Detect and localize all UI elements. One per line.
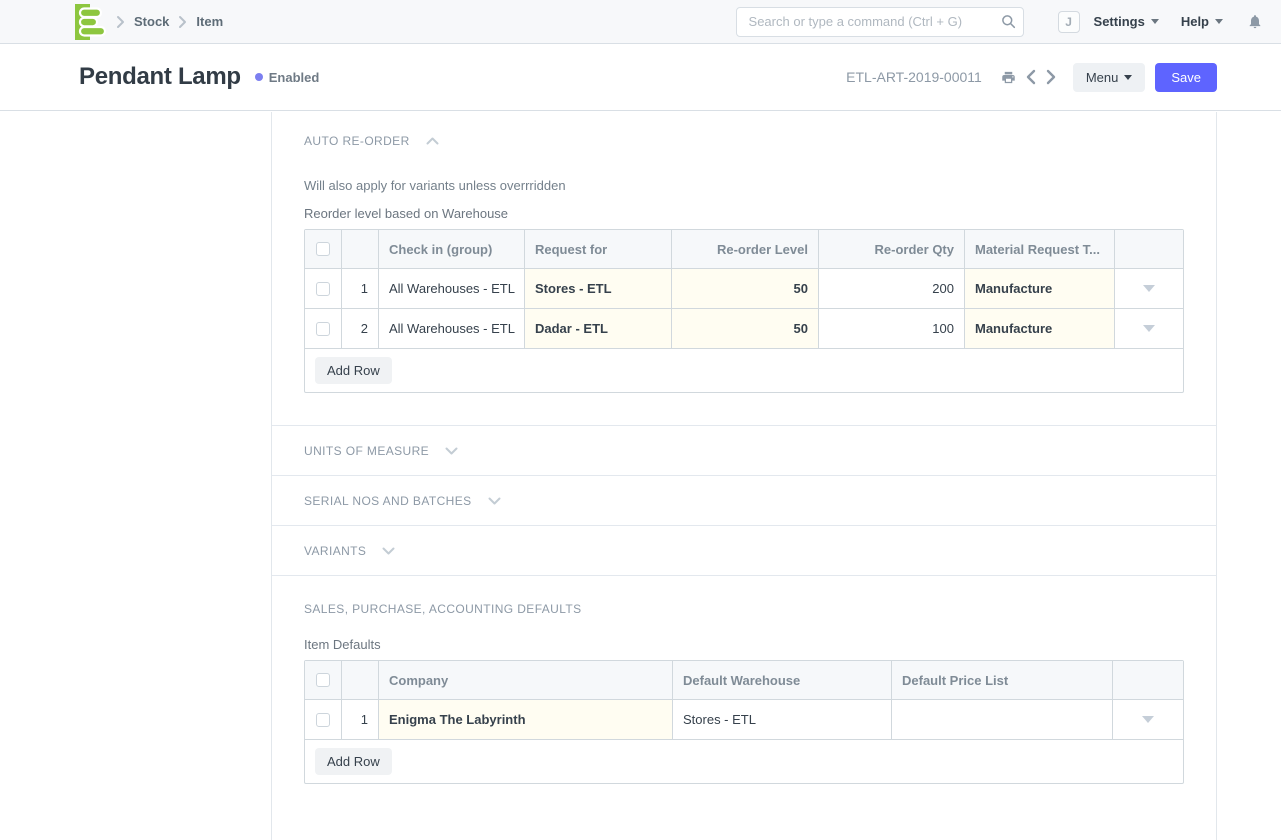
cell-request-for[interactable]: Stores - ETL	[525, 269, 672, 308]
settings-menu[interactable]: Settings	[1094, 14, 1159, 29]
row-index: 2	[342, 309, 379, 348]
row-checkbox[interactable]	[316, 282, 330, 296]
chevron-right-icon	[116, 15, 125, 29]
col-company: Company	[379, 661, 673, 699]
caret-down-icon	[1143, 285, 1155, 292]
search-icon[interactable]	[1001, 14, 1016, 32]
section-sales-defaults-header[interactable]: SALES, PURCHASE, ACCOUNTING DEFAULTS	[304, 602, 1184, 616]
next-doc-chevron-right-icon[interactable]	[1046, 69, 1056, 85]
section-auto-re-order: AUTO RE-ORDER Will also apply for varian…	[272, 112, 1216, 426]
chevron-up-icon	[426, 137, 439, 145]
select-all-checkbox[interactable]	[316, 673, 330, 687]
menu-button[interactable]: Menu	[1073, 63, 1146, 92]
save-button[interactable]: Save	[1155, 63, 1217, 92]
help-menu[interactable]: Help	[1181, 14, 1223, 29]
add-row-button[interactable]: Add Row	[315, 748, 392, 775]
cell-company[interactable]: Enigma The Labyrinth	[379, 700, 673, 739]
item-defaults-table: Company Default Warehouse Default Price …	[304, 660, 1184, 784]
col-actions	[1113, 661, 1183, 699]
cell-reorder-level[interactable]: 50	[672, 269, 819, 308]
app-logo-icon[interactable]	[75, 4, 107, 40]
chevron-right-icon	[178, 15, 187, 29]
page-header: Pendant Lamp Enabled ETL-ART-2019-00011 …	[0, 44, 1281, 111]
navbar: Stock Item J Settings Help	[0, 0, 1281, 44]
chevron-down-icon	[382, 547, 395, 555]
global-search	[736, 7, 1024, 37]
section-description: Will also apply for variants unless over…	[304, 178, 1184, 193]
row-index: 1	[342, 700, 379, 739]
cell-request-for[interactable]: Dadar - ETL	[525, 309, 672, 348]
cell-material-request-type[interactable]: Manufacture	[965, 269, 1115, 308]
prev-doc-chevron-left-icon[interactable]	[1026, 69, 1036, 85]
reorder-table-label: Reorder level based on Warehouse	[304, 206, 1184, 221]
section-title: AUTO RE-ORDER	[304, 134, 410, 148]
printer-icon[interactable]	[1001, 70, 1016, 85]
cell-default-warehouse[interactable]: Stores - ETL	[673, 700, 892, 739]
section-serial-nos-and-batches[interactable]: SERIAL NOS AND BATCHES	[272, 476, 1216, 526]
chevron-down-icon	[1151, 19, 1159, 24]
page-title: Pendant Lamp	[79, 63, 241, 91]
col-actions	[1115, 230, 1183, 268]
item-defaults-header-row: Company Default Warehouse Default Price …	[305, 661, 1183, 700]
cell-check-in-group[interactable]: All Warehouses - ETL	[379, 269, 525, 308]
col-reorder-qty: Re-order Qty	[819, 230, 965, 268]
cell-reorder-qty[interactable]: 100	[819, 309, 965, 348]
col-check-in-group: Check in (group)	[379, 230, 525, 268]
bell-icon[interactable]	[1247, 13, 1263, 30]
avatar[interactable]: J	[1058, 11, 1080, 33]
col-material-request-type: Material Request T...	[965, 230, 1115, 268]
section-auto-re-order-header[interactable]: AUTO RE-ORDER	[304, 134, 1184, 148]
table-row: 1 All Warehouses - ETL Stores - ETL 50 2…	[305, 269, 1183, 309]
add-row-button[interactable]: Add Row	[315, 357, 392, 384]
row-index-header	[342, 661, 379, 699]
chevron-down-icon	[1124, 75, 1132, 80]
row-checkbox[interactable]	[316, 713, 330, 727]
caret-down-icon	[1142, 716, 1154, 723]
chevron-down-icon	[1215, 19, 1223, 24]
row-index: 1	[342, 269, 379, 308]
chevron-down-icon	[445, 447, 458, 455]
row-index-header	[342, 230, 379, 268]
reorder-table-header-row: Check in (group) Request for Re-order Le…	[305, 230, 1183, 269]
document-id: ETL-ART-2019-00011	[846, 69, 982, 85]
status-badge: Enabled	[269, 70, 320, 85]
row-expand-dropdown[interactable]	[1115, 269, 1183, 308]
status-indicator: Enabled	[255, 70, 320, 85]
table-row: 2 All Warehouses - ETL Dadar - ETL 50 10…	[305, 309, 1183, 349]
section-variants[interactable]: VARIANTS	[272, 526, 1216, 576]
section-title: SERIAL NOS AND BATCHES	[304, 494, 472, 508]
search-input[interactable]	[736, 7, 1024, 37]
table-footer: Add Row	[305, 349, 1183, 392]
section-title: VARIANTS	[304, 544, 366, 558]
row-checkbox[interactable]	[316, 322, 330, 336]
reorder-table: Check in (group) Request for Re-order Le…	[304, 229, 1184, 393]
section-units-of-measure[interactable]: UNITS OF MEASURE	[272, 426, 1216, 476]
status-dot-icon	[255, 73, 263, 81]
section-sales-purchase-accounting-defaults: SALES, PURCHASE, ACCOUNTING DEFAULTS Ite…	[272, 576, 1216, 816]
breadcrumb-stock[interactable]: Stock	[134, 14, 169, 29]
cell-default-price-list[interactable]	[892, 700, 1113, 739]
row-expand-dropdown[interactable]	[1113, 700, 1183, 739]
caret-down-icon	[1143, 325, 1155, 332]
settings-label: Settings	[1094, 14, 1145, 29]
item-defaults-label: Item Defaults	[304, 637, 1184, 652]
table-footer: Add Row	[305, 740, 1183, 783]
chevron-down-icon	[488, 497, 501, 505]
col-request-for: Request for	[525, 230, 672, 268]
col-default-price-list: Default Price List	[892, 661, 1113, 699]
cell-reorder-level[interactable]: 50	[672, 309, 819, 348]
select-all-checkbox[interactable]	[316, 242, 330, 256]
col-default-warehouse: Default Warehouse	[673, 661, 892, 699]
table-row: 1 Enigma The Labyrinth Stores - ETL	[305, 700, 1183, 740]
cell-check-in-group[interactable]: All Warehouses - ETL	[379, 309, 525, 348]
col-reorder-level: Re-order Level	[672, 230, 819, 268]
section-title: UNITS OF MEASURE	[304, 444, 429, 458]
breadcrumb-item[interactable]: Item	[196, 14, 223, 29]
help-label: Help	[1181, 14, 1209, 29]
section-title: SALES, PURCHASE, ACCOUNTING DEFAULTS	[304, 602, 582, 616]
cell-reorder-qty[interactable]: 200	[819, 269, 965, 308]
cell-material-request-type[interactable]: Manufacture	[965, 309, 1115, 348]
form-body: AUTO RE-ORDER Will also apply for varian…	[271, 112, 1217, 840]
row-expand-dropdown[interactable]	[1115, 309, 1183, 348]
